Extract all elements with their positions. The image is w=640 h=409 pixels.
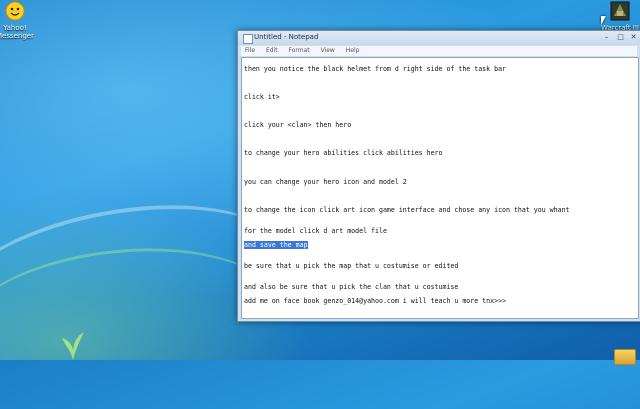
text-line: add me on face book genzo_014@yahoo.com … xyxy=(244,297,507,305)
mouse-cursor-icon xyxy=(601,16,606,25)
text-line: you can change your hero icon and model … xyxy=(244,178,407,186)
desktop-icon-yahoo-messenger[interactable]: Yahoo! Messenger xyxy=(0,1,45,40)
folder-icon[interactable] xyxy=(614,349,636,365)
notepad-text-area[interactable]: then you notice the black helmet from d … xyxy=(241,57,639,319)
text-line: and also be sure that u pick the clan th… xyxy=(244,283,459,291)
menu-bar: File Edit Format View Help xyxy=(241,46,637,56)
text-line: be sure that u pick the map that u costu… xyxy=(244,262,459,270)
menu-format[interactable]: Format xyxy=(289,47,310,54)
selected-text-line: and save the map xyxy=(244,241,308,249)
menu-edit[interactable]: Edit xyxy=(266,47,278,54)
text-line: to change your hero abilities click abil… xyxy=(244,149,443,157)
menu-view[interactable]: View xyxy=(321,47,335,54)
close-button[interactable]: ✕ xyxy=(627,33,640,42)
yahoo-messenger-icon xyxy=(5,1,25,21)
desktop-icon-label: Messenger xyxy=(0,32,34,40)
notepad-window[interactable]: Untitled - Notepad – □ ✕ File Edit Forma… xyxy=(237,30,640,322)
text-line: click your <clan> then hero xyxy=(244,121,352,129)
text-line: for the model click d art model file xyxy=(244,227,387,235)
menu-file[interactable]: File xyxy=(245,47,255,54)
window-title: Untitled - Notepad xyxy=(254,33,319,41)
text-line: then you notice the black helmet from d … xyxy=(244,65,507,73)
menu-help[interactable]: Help xyxy=(346,47,360,54)
text-line: to change the icon click art icon game i… xyxy=(244,206,570,214)
text-line: click it> xyxy=(244,93,280,101)
wallpaper-leaf xyxy=(62,332,84,360)
warcraft-icon xyxy=(610,1,630,21)
minimize-button[interactable]: – xyxy=(600,33,613,42)
maximize-button[interactable]: □ xyxy=(614,33,627,42)
desktop-icon-label: Yahoo! xyxy=(3,24,27,32)
notepad-app-icon xyxy=(243,34,253,44)
notepad-titlebar[interactable]: Untitled - Notepad – □ ✕ xyxy=(238,31,640,45)
